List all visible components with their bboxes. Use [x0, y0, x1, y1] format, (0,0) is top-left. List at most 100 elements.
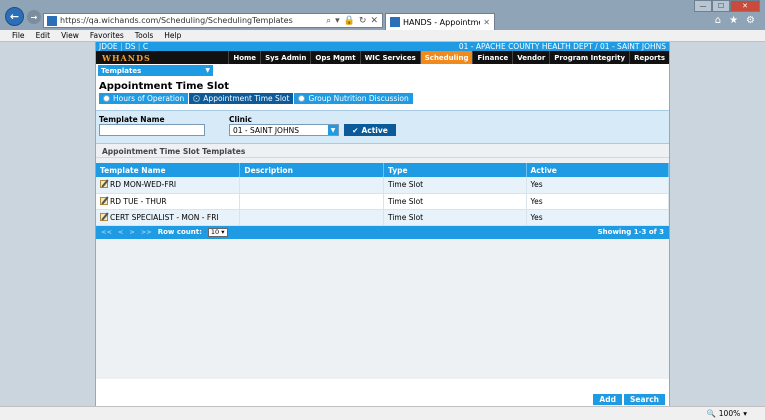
nav-scheduling[interactable]: Scheduling [419, 51, 473, 64]
tab-label: Appointment Time Slot [203, 94, 290, 103]
browser-menubar: File Edit View Favorites Tools Help [0, 30, 765, 42]
menu-help[interactable]: Help [164, 31, 181, 40]
tab-group-nutrition-discussion[interactable]: Group Nutrition Discussion [294, 93, 414, 104]
cell-template-name[interactable]: RD MON-WED-FRI [96, 177, 241, 194]
nav-sys-admin[interactable]: Sys Admin [260, 51, 310, 64]
cell-description [239, 193, 384, 210]
tab-close-icon[interactable]: ✕ [483, 18, 490, 27]
col-template-name[interactable]: Template Name [96, 163, 241, 177]
table-row[interactable]: RD MON-WED-FRI Time Slot Yes [96, 177, 669, 194]
back-button[interactable]: ← [5, 7, 24, 26]
close-window-button[interactable]: ✕ [730, 0, 760, 12]
tab-hours-of-operation[interactable]: Hours of Operation [99, 93, 190, 104]
table-row[interactable]: CERT SPECIALIST - MON - FRI Time Slot Ye… [96, 209, 669, 226]
cell-template-name[interactable]: CERT SPECIALIST - MON - FRI [96, 209, 241, 226]
edit-icon[interactable] [100, 180, 108, 189]
hands-logo: W H A N D S [96, 51, 186, 64]
zoom-icon[interactable]: 🔍 [706, 409, 715, 418]
pager: << < > >> Row count: 10 ▾ [101, 227, 228, 237]
menu-view[interactable]: View [61, 31, 79, 40]
refresh-icon[interactable]: ↻ [359, 16, 367, 26]
tab-title: HANDS - Appointment Tim... [403, 17, 480, 27]
row-count-select[interactable]: 10 ▾ [207, 227, 228, 237]
home-icon[interactable]: ⌂ [715, 15, 721, 26]
cell-type: Time Slot [383, 193, 527, 210]
stop-icon[interactable]: ✕ [370, 16, 378, 26]
tab-appointment-time-slot[interactable]: Appointment Time Slot [189, 93, 295, 104]
col-description[interactable]: Description [239, 163, 384, 177]
gear-icon[interactable]: ⚙ [746, 15, 755, 26]
url-text[interactable]: https://qa.wichands.com/Scheduling/Sched… [60, 16, 326, 25]
active-toggle-button[interactable]: ✔ Active [344, 124, 396, 136]
chevron-down-icon[interactable]: ▾ [743, 409, 747, 418]
radio-unchecked-icon[interactable] [298, 95, 306, 102]
table-row[interactable]: RD TUE - THUR Time Slot Yes [96, 193, 669, 210]
row-count-value: 10 [210, 228, 220, 236]
add-button[interactable]: Add [593, 394, 622, 405]
logo-letter: D [136, 52, 144, 63]
tab-label: Hours of Operation [113, 94, 185, 103]
radio-checked-icon[interactable] [193, 95, 201, 102]
template-name-text[interactable]: CERT SPECIALIST - MON - FRI [110, 213, 219, 222]
logo-letter: N [127, 52, 136, 63]
template-name-input[interactable] [99, 124, 205, 136]
user-name[interactable]: JDOE [99, 42, 118, 51]
template-type-tabs: Hours of Operation Appointment Time Slot… [99, 93, 666, 104]
nav-wic-services[interactable]: WIC Services [359, 51, 420, 64]
menu-file[interactable]: File [12, 31, 25, 40]
cell-template-name[interactable]: RD TUE - THUR [96, 193, 241, 210]
last-page-button[interactable]: >> [141, 228, 152, 236]
browser-tab[interactable]: HANDS - Appointment Tim... ✕ [385, 13, 495, 30]
templates-dropdown[interactable]: Templates ▼ [98, 65, 213, 76]
dropdown-icon[interactable]: ▾ [335, 16, 340, 26]
app-container: JDOE | DS | C 01 - APACHE COUNTY HEALTH … [95, 42, 670, 406]
cell-type: Time Slot [383, 209, 527, 226]
nav-program-integrity[interactable]: Program Integrity [549, 51, 629, 64]
header-section: Appointment Time Slot Hours of Operation… [96, 77, 669, 110]
chevron-down-icon: ▼ [205, 67, 210, 74]
page-title: Appointment Time Slot [99, 81, 230, 92]
col-active[interactable]: Active [526, 163, 669, 177]
grid-footer: << < > >> Row count: 10 ▾ Showing 1-3 of… [96, 225, 669, 239]
next-page-button[interactable]: > [129, 228, 134, 236]
menu-favorites[interactable]: Favorites [90, 31, 124, 40]
check-icon: ✔ [352, 125, 359, 135]
site-favicon-icon [47, 15, 57, 26]
lock-icon[interactable]: 🔒 [344, 16, 355, 26]
prev-page-button[interactable]: < [118, 228, 123, 236]
nav-ops-mgmt[interactable]: Ops Mgmt [310, 51, 359, 64]
template-name-text[interactable]: RD MON-WED-FRI [110, 180, 176, 189]
radio-unchecked-icon[interactable] [103, 95, 110, 102]
search-button[interactable]: Search [623, 394, 665, 405]
templates-bar: Templates ▼ [96, 64, 669, 77]
cell-active: Yes [526, 177, 669, 194]
edit-icon[interactable] [100, 212, 108, 221]
nav-vendor[interactable]: Vendor [512, 51, 549, 64]
col-type[interactable]: Type [383, 163, 527, 177]
maximize-button[interactable]: ☐ [712, 0, 730, 12]
browser-statusbar: 🔍 100% ▾ [0, 406, 765, 420]
minimize-button[interactable]: — [694, 0, 712, 12]
clinic-select[interactable]: 01 - SAINT JOHNS ▼ [229, 124, 339, 136]
address-bar[interactable]: https://qa.wichands.com/Scheduling/Sched… [43, 13, 383, 28]
logo-letter: W [102, 52, 111, 63]
active-toggle-label: Active [361, 125, 388, 135]
user-role[interactable]: DS [125, 42, 136, 51]
templates-grid: Template Name Description Type Active RD… [96, 163, 669, 226]
grid-header-row: Template Name Description Type Active [96, 163, 669, 177]
forward-button[interactable]: → [27, 10, 41, 24]
user-extra[interactable]: C [143, 42, 148, 51]
chevron-down-icon: ▾ [221, 228, 225, 236]
nav-home[interactable]: Home [228, 51, 260, 64]
template-name-text[interactable]: RD TUE - THUR [110, 197, 167, 206]
edit-icon[interactable] [100, 196, 108, 205]
menu-tools[interactable]: Tools [135, 31, 153, 40]
menu-edit[interactable]: Edit [36, 31, 51, 40]
first-page-button[interactable]: << [101, 228, 112, 236]
nav-reports[interactable]: Reports [629, 51, 669, 64]
zoom-level[interactable]: 100% [719, 409, 740, 418]
favorites-star-icon[interactable]: ★ [729, 15, 738, 26]
nav-finance[interactable]: Finance [472, 51, 512, 64]
chevron-down-icon[interactable]: ▼ [328, 125, 338, 135]
search-icon[interactable]: ⌕ [326, 16, 331, 26]
